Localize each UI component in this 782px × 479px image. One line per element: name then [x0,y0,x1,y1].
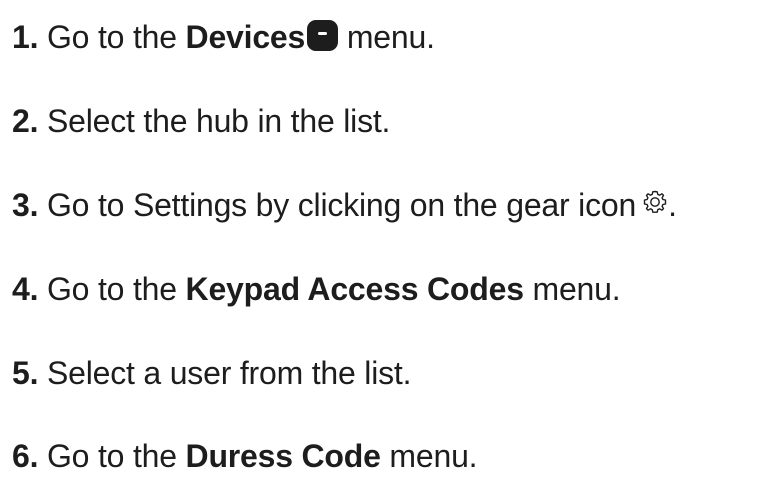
step-5: 5. Select a user from the list. [12,351,412,395]
step-4: 4. Go to the Keypad Access Codes menu. [12,267,621,311]
step-2: 2. Select the hub in the list. [12,99,390,143]
step-number: 5. [12,355,39,391]
step-number: 6. [12,438,39,474]
step-3: 3. Go to Settings by clicking on the gea… [12,183,677,227]
step-number: 3. [12,187,39,223]
step-number: 4. [12,271,39,307]
step-text: Go to the [38,438,186,474]
devices-icon [307,19,339,51]
step-text: Select a user from the list. [38,355,412,391]
step-text-after: menu. [380,438,478,474]
gear-icon [642,189,668,215]
step-6: 6. Go to the Duress Code menu. [12,434,478,478]
step-text: Go to the [38,271,186,307]
step-bold-text: Keypad Access Codes [185,271,524,307]
step-bold-text: Devices [185,19,306,55]
step-text: Go to the [38,19,186,55]
step-text-after: menu. [338,19,435,55]
step-text-after: menu. [523,271,621,307]
step-bold-text: Duress Code [185,438,381,474]
step-text: Select the hub in the list. [38,103,391,139]
step-1: 1. Go to the Devices menu. [12,15,435,59]
step-text: Go to Settings by clicking on the gear i… [38,187,637,223]
step-number: 2. [12,103,39,139]
step-number: 1. [12,19,39,55]
step-text-after: . [668,187,677,223]
